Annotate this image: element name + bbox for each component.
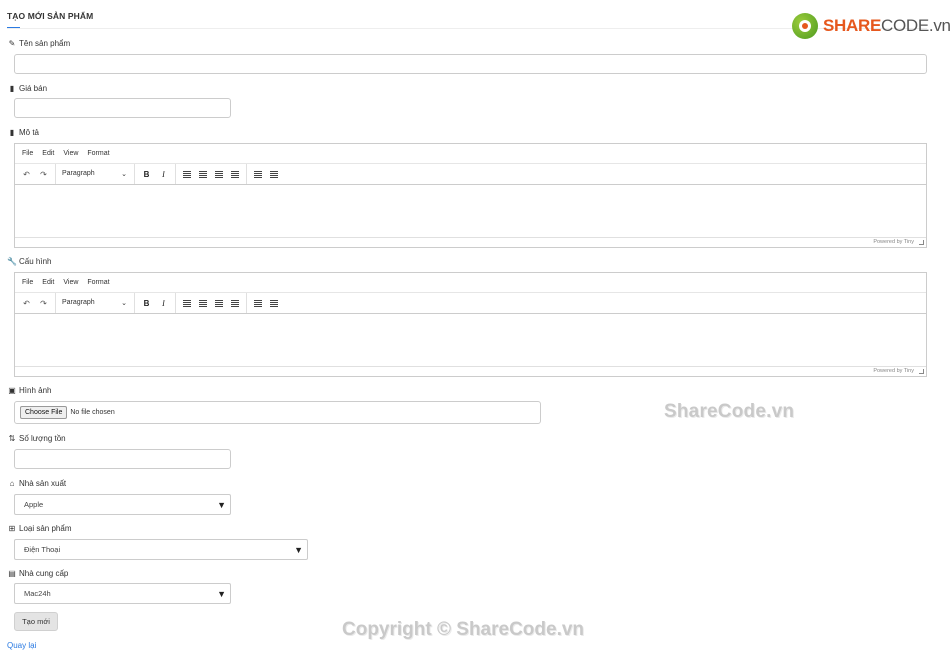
description-label: ▮ Mô tả <box>7 128 39 137</box>
manufacturer-select[interactable]: Apple ▼ <box>14 494 231 515</box>
watermark-copyright: Copyright © ShareCode.vn <box>342 619 585 640</box>
category-select[interactable]: Điện Thoại ▼ <box>14 539 308 560</box>
align-justify-icon[interactable] <box>231 299 239 307</box>
caret-down-icon: ▼ <box>217 588 226 599</box>
outdent-icon[interactable] <box>254 170 262 178</box>
powered-by[interactable]: Powered by Tiny <box>873 239 914 245</box>
description-editor[interactable]: File Edit View Format ↶ ↷ Paragraph ⌄ B I… <box>14 143 927 248</box>
editor-toolbar: ↶ ↷ Paragraph ⌄ B I <box>15 164 926 185</box>
logo-icon <box>792 13 818 39</box>
italic-icon[interactable]: I <box>155 299 172 308</box>
price-label: ▮ Giá bán <box>7 84 47 93</box>
images-icon: ▣ <box>8 386 16 395</box>
menu-file[interactable]: File <box>22 150 33 157</box>
stock-label: ⇅ Số lượng tồn <box>8 434 66 443</box>
wrench-icon: 🔧 <box>7 257 17 266</box>
resize-handle-icon[interactable] <box>919 240 924 245</box>
editor-toolbar: ↶ ↷ Paragraph ⌄ B I <box>15 293 926 314</box>
outdent-icon[interactable] <box>254 299 262 307</box>
editor-content[interactable] <box>15 185 926 237</box>
undo-icon[interactable]: ↶ <box>18 170 35 179</box>
config-editor[interactable]: File Edit View Format ↶ ↷ Paragraph ⌄ B I… <box>14 272 927 377</box>
bold-icon[interactable]: B <box>138 170 155 179</box>
editor-menubar: File Edit View Format <box>15 144 926 164</box>
supplier-select[interactable]: Mac24h ▼ <box>14 583 231 604</box>
bold-icon[interactable]: B <box>138 299 155 308</box>
align-center-icon[interactable] <box>199 170 207 178</box>
price-input[interactable] <box>14 98 231 118</box>
menu-edit[interactable]: Edit <box>42 150 54 157</box>
warehouse-icon: ▤ <box>8 569 16 578</box>
sort-icon: ⇅ <box>8 434 16 443</box>
page-title: TẠO MỚI SẢN PHẨM <box>7 11 94 21</box>
edit-icon: ✎ <box>8 39 16 48</box>
italic-icon[interactable]: I <box>155 170 172 179</box>
sharecode-logo: SHARECODE.vn <box>792 12 950 40</box>
create-button[interactable]: Tạo mới <box>14 612 58 631</box>
file-status: No file chosen <box>70 409 115 416</box>
watermark-center: ShareCode.vn <box>664 401 795 422</box>
align-right-icon[interactable] <box>215 170 223 178</box>
menu-view[interactable]: View <box>63 279 78 286</box>
file-icon: ▮ <box>9 128 15 137</box>
redo-icon[interactable]: ↷ <box>35 170 52 179</box>
manufacturer-label: ⌂ Nhà sản xuất <box>7 479 67 488</box>
product-name-input[interactable] <box>14 54 927 74</box>
back-link[interactable]: Quay lại <box>7 641 36 650</box>
powered-by[interactable]: Powered by Tiny <box>873 368 914 374</box>
undo-icon[interactable]: ↶ <box>18 299 35 308</box>
align-right-icon[interactable] <box>215 299 223 307</box>
menu-view[interactable]: View <box>63 150 78 157</box>
indent-icon[interactable] <box>270 299 278 307</box>
title-divider <box>7 28 927 29</box>
editor-menubar: File Edit View Format <box>15 273 926 293</box>
redo-icon[interactable]: ↷ <box>35 299 52 308</box>
editor-statusbar: Powered by Tiny <box>15 366 926 376</box>
stock-input[interactable] <box>14 449 231 469</box>
image-file-input[interactable]: Choose File No file chosen <box>14 401 541 424</box>
logo-text-code: CODE.vn <box>881 16 950 35</box>
image-label: ▣ Hình ảnh <box>8 386 52 395</box>
chevron-down-icon: ⌄ <box>121 171 127 178</box>
menu-edit[interactable]: Edit <box>42 279 54 286</box>
resize-handle-icon[interactable] <box>919 369 924 374</box>
indent-icon[interactable] <box>270 170 278 178</box>
align-justify-icon[interactable] <box>231 170 239 178</box>
align-center-icon[interactable] <box>199 299 207 307</box>
caret-down-icon: ▼ <box>294 544 303 555</box>
editor-content[interactable] <box>15 314 926 366</box>
caret-down-icon: ▼ <box>217 499 226 510</box>
logo-text-share: SHARE <box>823 16 882 35</box>
menu-file[interactable]: File <box>22 279 33 286</box>
name-label: ✎ Tên sản phẩm <box>8 39 71 48</box>
block-format-select[interactable]: Paragraph ⌄ <box>59 299 131 307</box>
chevron-down-icon: ⌄ <box>121 300 127 307</box>
align-left-icon[interactable] <box>183 299 191 307</box>
align-left-icon[interactable] <box>183 170 191 178</box>
menu-format[interactable]: Format <box>87 279 109 286</box>
file-icon: ▮ <box>9 84 15 93</box>
block-format-select[interactable]: Paragraph ⌄ <box>59 170 131 178</box>
config-label: 🔧 Cấu hình <box>7 257 52 266</box>
store-icon: ⌂ <box>9 479 15 488</box>
choose-file-button[interactable]: Choose File <box>20 406 68 419</box>
editor-statusbar: Powered by Tiny <box>15 237 926 247</box>
supplier-label: ▤ Nhà cung cấp <box>8 569 69 578</box>
menu-format[interactable]: Format <box>87 150 109 157</box>
sitemap-icon: ⊞ <box>8 524 16 533</box>
category-label: ⊞ Loại sản phẩm <box>8 524 72 533</box>
